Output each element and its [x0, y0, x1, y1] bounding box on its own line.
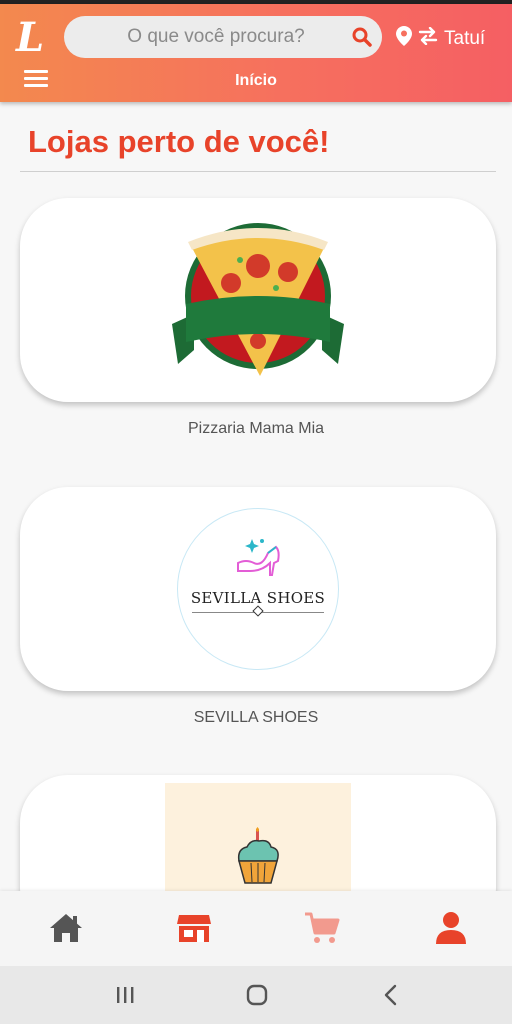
search-input[interactable]: O que você procura?	[64, 16, 382, 58]
city-selector[interactable]: Tatuí	[396, 24, 485, 54]
search-placeholder: O que você procura?	[127, 26, 305, 47]
bottom-navigation	[0, 891, 512, 966]
store-name[interactable]: Pizzaria Mama Mia	[0, 420, 512, 438]
cupcake-logo-bg	[165, 783, 351, 891]
cart-icon[interactable]	[304, 911, 340, 947]
swap-arrows-icon	[418, 26, 438, 51]
back-icon[interactable]	[379, 983, 403, 1007]
high-heel-icon	[237, 539, 280, 576]
city-name: Tatuí	[444, 28, 486, 49]
cupcake-icon	[237, 827, 279, 884]
store-card-pizzaria[interactable]	[20, 198, 496, 402]
store-icon[interactable]	[176, 911, 212, 947]
pizza-logo-icon	[172, 223, 344, 376]
divider	[20, 171, 496, 172]
home-button-icon[interactable]	[245, 983, 269, 1007]
store-card-sevilla[interactable]: SEVILLA SHOES	[20, 487, 496, 691]
sevilla-logo-text: SEVILLA SHOES	[190, 589, 326, 607]
user-icon[interactable]	[433, 911, 469, 947]
app-logo[interactable]: L	[16, 16, 56, 60]
main-content: Lojas perto de você! Pizzaria Mama Mia S…	[0, 102, 512, 891]
location-pin-icon	[396, 26, 412, 52]
home-icon[interactable]	[48, 911, 84, 947]
system-navigation-bar	[0, 966, 512, 1024]
section-title: Lojas perto de você!	[28, 124, 330, 159]
recent-apps-icon[interactable]	[113, 983, 137, 1007]
store-card-cupcake[interactable]	[20, 775, 496, 891]
app-header: L O que você procura? Tatuí Início	[0, 4, 512, 102]
page-title: Início	[235, 72, 277, 89]
search-icon[interactable]	[342, 16, 382, 58]
store-name[interactable]: SEVILLA SHOES	[0, 709, 512, 727]
